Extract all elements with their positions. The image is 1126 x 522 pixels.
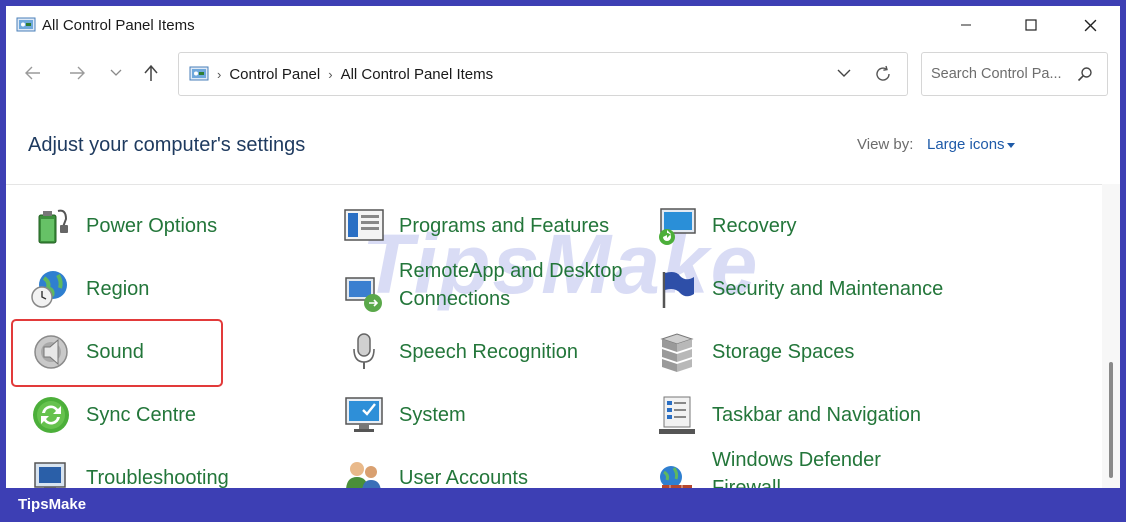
item-power-options[interactable]: Power Options: [30, 205, 217, 247]
page-title: Adjust your computer's settings: [28, 134, 306, 156]
breadcrumb-all-items[interactable]: All Control Panel Items: [341, 66, 494, 83]
item-troubleshooting[interactable]: Troubleshooting: [30, 457, 229, 488]
close-button[interactable]: [1061, 6, 1119, 44]
window-title: All Control Panel Items: [42, 16, 195, 34]
search-input[interactable]: [931, 66, 1071, 82]
refresh-button[interactable]: [873, 64, 893, 89]
breadcrumb-control-panel[interactable]: Control Panel: [229, 66, 320, 83]
item-windows-defender-firewall[interactable]: Windows Defender Firewall: [656, 443, 912, 488]
battery-plug-icon: [38, 209, 68, 244]
item-label: RemoteApp and Desktop Connections: [399, 260, 623, 310]
remote-desktop-icon: [345, 277, 382, 312]
item-taskbar-navigation[interactable]: Taskbar and Navigation: [656, 394, 921, 436]
control-panel-icon: [16, 17, 36, 32]
item-system[interactable]: System: [343, 394, 466, 436]
item-label: Windows Defender Firewall: [712, 449, 881, 488]
item-label: Power Options: [86, 215, 218, 237]
firewall-icon: [660, 466, 692, 488]
control-panel-window: All Control Panel Items › Control Panel …: [6, 6, 1120, 488]
users-icon: [346, 462, 381, 488]
search-box[interactable]: [921, 52, 1108, 96]
item-region[interactable]: Region: [30, 268, 149, 310]
item-security-maintenance[interactable]: Security and Maintenance: [656, 268, 943, 310]
arrow-left-icon: [25, 66, 40, 80]
address-history-button[interactable]: [837, 65, 851, 83]
programs-icon: [344, 209, 384, 241]
scrollbar-thumb[interactable]: [1109, 362, 1113, 478]
chevron-down-icon: [837, 69, 851, 77]
item-label: Sync Centre: [86, 404, 197, 426]
item-label: Security and Maintenance: [712, 278, 944, 300]
item-label: Recovery: [712, 215, 797, 237]
flag-icon: [662, 272, 694, 308]
item-label: Programs and Features: [399, 215, 610, 237]
item-label: Speech Recognition: [399, 341, 579, 363]
minimize-button[interactable]: [937, 6, 995, 44]
microphone-icon: [353, 333, 375, 369]
chevron-down-icon: [110, 69, 122, 76]
item-user-accounts[interactable]: User Accounts: [343, 457, 528, 488]
item-label: User Accounts: [399, 467, 528, 488]
view-by-dropdown[interactable]: Large icons: [927, 136, 1005, 153]
address-bar[interactable]: › Control Panel › All Control Panel Item…: [178, 52, 908, 96]
recovery-icon: [659, 208, 696, 245]
arrow-up-icon: [144, 64, 158, 81]
divider: [6, 184, 1102, 185]
breadcrumb-separator: ›: [328, 66, 333, 82]
brand-logo-text: TipsMake: [18, 496, 87, 513]
troubleshoot-icon: [34, 462, 66, 488]
view-by-label: View by:: [857, 136, 914, 153]
back-button[interactable]: [18, 58, 48, 88]
item-label: Region: [86, 278, 150, 300]
item-speech-recognition[interactable]: Speech Recognition: [343, 331, 578, 373]
item-label: Troubleshooting: [86, 467, 229, 488]
forward-button[interactable]: [62, 58, 92, 88]
item-label: Storage Spaces: [712, 341, 855, 363]
recent-locations-button[interactable]: [101, 58, 131, 88]
refresh-icon: [876, 65, 890, 81]
up-button[interactable]: [136, 58, 166, 88]
item-remoteapp[interactable]: RemoteApp and Desktop Connections: [343, 254, 639, 316]
storage-icon: [660, 333, 694, 372]
caret-down-icon[interactable]: [1007, 143, 1015, 148]
item-programs-and-features[interactable]: Programs and Features: [343, 205, 609, 247]
item-label: Taskbar and Navigation: [712, 404, 922, 426]
item-storage-spaces[interactable]: Storage Spaces: [656, 331, 854, 373]
taskbar-icon: [659, 396, 695, 434]
arrow-right-icon: [70, 66, 85, 80]
maximize-button[interactable]: [1002, 6, 1060, 44]
globe-clock-icon: [31, 271, 67, 308]
maximize-icon: [1025, 19, 1037, 31]
sync-icon: [33, 397, 69, 433]
system-monitor-icon: [345, 397, 383, 432]
minimize-icon: [961, 24, 971, 26]
close-icon: [1084, 19, 1096, 31]
item-recovery[interactable]: Recovery: [656, 205, 796, 247]
breadcrumb-separator: ›: [217, 66, 222, 82]
item-label: System: [399, 404, 466, 426]
search-icon[interactable]: [1077, 66, 1093, 87]
control-panel-icon: [189, 66, 209, 81]
brand-bar: [0, 488, 1126, 522]
item-sync-centre[interactable]: Sync Centre: [30, 394, 196, 436]
sound-highlight-box: [11, 319, 223, 387]
